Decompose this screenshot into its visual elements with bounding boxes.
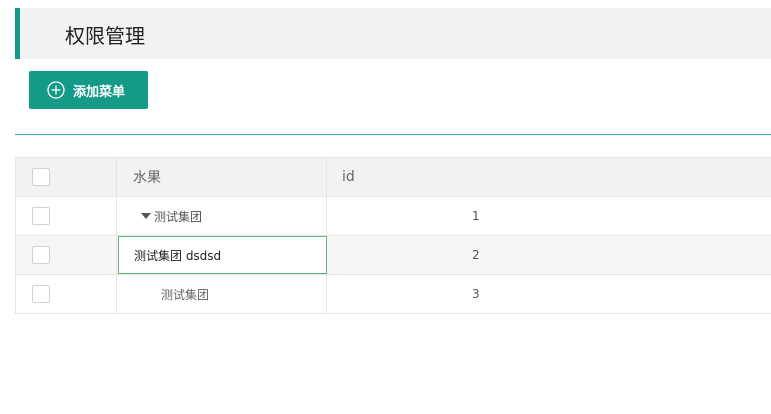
cell-edit-input[interactable] bbox=[118, 236, 327, 274]
row-checkbox-cell bbox=[15, 235, 117, 275]
add-menu-label: 添加菜单 bbox=[73, 84, 126, 100]
table-row[interactable]: 测试集团 3 bbox=[15, 274, 771, 314]
table-header-row: 水果 id bbox=[15, 157, 771, 197]
row-checkbox[interactable] bbox=[32, 246, 50, 264]
id-cell: 1 bbox=[326, 196, 771, 236]
row-checkbox[interactable] bbox=[32, 285, 50, 303]
page-title: 权限管理 bbox=[65, 24, 145, 48]
row-checkbox[interactable] bbox=[32, 207, 50, 225]
permission-table: 水果 id 测试集团 1 2 bbox=[15, 157, 771, 314]
table-row[interactable]: 测试集团 1 bbox=[15, 196, 771, 236]
divider bbox=[15, 134, 771, 135]
id-cell: 2 bbox=[326, 235, 771, 275]
row-checkbox-cell bbox=[15, 274, 117, 314]
page-header: 权限管理 bbox=[15, 8, 771, 59]
tree-cell-editing bbox=[116, 235, 327, 275]
caret-down-icon[interactable] bbox=[141, 213, 151, 219]
tree-node-label[interactable]: 测试集团 bbox=[154, 208, 202, 225]
column-header-fruit[interactable]: 水果 bbox=[116, 157, 327, 197]
add-menu-button[interactable]: 添加菜单 bbox=[29, 71, 148, 109]
tree-cell: 测试集团 bbox=[116, 196, 327, 236]
select-all-checkbox[interactable] bbox=[32, 168, 50, 186]
table-row[interactable]: 2 bbox=[15, 235, 771, 275]
row-checkbox-cell bbox=[15, 196, 117, 236]
select-all-cell bbox=[15, 157, 117, 197]
column-header-id[interactable]: id bbox=[326, 157, 771, 197]
id-cell: 3 bbox=[326, 274, 771, 314]
plus-circle-icon bbox=[47, 81, 65, 99]
tree-node-label[interactable]: 测试集团 bbox=[116, 274, 327, 314]
